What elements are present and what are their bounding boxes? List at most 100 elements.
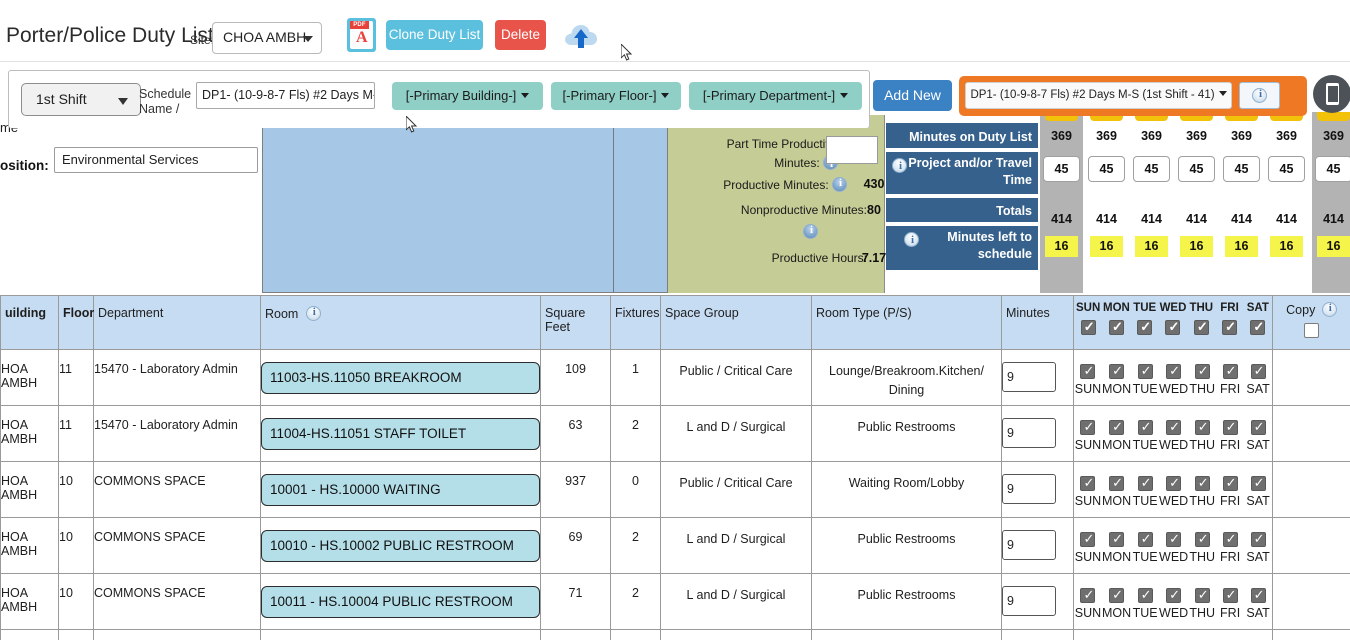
travel-time-input[interactable]: 45 <box>1223 156 1260 182</box>
cell-room[interactable]: 11004-HS.11051 STAFF TOILET <box>260 405 541 462</box>
room-pill[interactable]: 10011 - HS.10004 PUBLIC RESTROOM <box>261 586 540 618</box>
day-checkbox-fri[interactable] <box>1222 318 1238 336</box>
row-checkbox-thu[interactable] <box>1194 586 1211 604</box>
info-circle-icon[interactable] <box>305 306 322 321</box>
pdf-export-icon[interactable]: PDF A <box>347 18 376 52</box>
travel-time-input[interactable]: 45 <box>1315 156 1350 182</box>
cell-room[interactable]: 10001 - HS.10000 WAITING <box>260 461 541 518</box>
row-checkbox-mon[interactable] <box>1109 418 1125 436</box>
room-pill[interactable]: 11003-HS.11050 BREAKROOM <box>261 362 540 394</box>
minutes-input[interactable]: 9 <box>1002 474 1056 504</box>
duty-list-select[interactable]: DP1- (10-9-8-7 Fls) #2 Days M-S (1st Shi… <box>965 82 1232 109</box>
col-header-department[interactable]: Department <box>93 295 261 350</box>
cell-minutes[interactable]: 9 <box>1001 573 1074 630</box>
shift-select[interactable]: 1st Shift <box>21 83 141 116</box>
row-checkbox-fri[interactable] <box>1222 418 1239 436</box>
day-cell-tue[interactable]: TUE <box>1131 406 1159 452</box>
row-checkbox-sun[interactable] <box>1080 474 1096 492</box>
position-input[interactable]: Environmental Services <box>54 147 258 173</box>
day-cell-mon[interactable]: MON <box>1102 462 1131 508</box>
row-checkbox-sat[interactable] <box>1250 418 1267 436</box>
row-checkbox-wed[interactable] <box>1166 418 1182 436</box>
day-cell-wed[interactable]: WED <box>1159 518 1188 564</box>
col-header-fixtures[interactable]: Fixtures <box>610 295 661 350</box>
day-cell-wed[interactable]: WED <box>1159 574 1188 620</box>
info-circle-icon[interactable] <box>1321 302 1338 317</box>
day-cell-wed[interactable]: WED <box>1159 462 1188 508</box>
row-checkbox-mon[interactable] <box>1109 586 1125 604</box>
travel-time-input[interactable]: 45 <box>1043 156 1080 182</box>
day-cell-sun[interactable]: SUN <box>1074 350 1102 396</box>
row-checkbox-sun[interactable] <box>1080 586 1096 604</box>
room-pill[interactable]: 10001 - HS.10000 WAITING <box>261 474 540 506</box>
cell-minutes[interactable]: 9 <box>1001 517 1074 574</box>
duty-list-info-button[interactable] <box>1239 82 1280 109</box>
day-cell-mon[interactable]: MON <box>1102 406 1131 452</box>
day-cell-sun[interactable]: SUN <box>1074 574 1102 620</box>
day-header-sun[interactable]: SUN <box>1074 296 1102 349</box>
day-cell-thu[interactable]: THU <box>1188 518 1216 564</box>
cell-copy[interactable] <box>1272 573 1350 630</box>
row-checkbox-sun[interactable] <box>1080 362 1096 380</box>
cell-minutes[interactable]: 9 <box>1001 349 1074 406</box>
info-circle-icon[interactable] <box>832 177 848 192</box>
cell-minutes[interactable]: 9 <box>1001 461 1074 518</box>
room-duty-grid-wrapper[interactable]: uilding Floor Department Room Square Fee… <box>0 295 1350 640</box>
day-cell-thu[interactable]: THU <box>1188 350 1216 396</box>
day-cell-fri[interactable]: FRI <box>1216 350 1244 396</box>
day-header-mon[interactable]: MON <box>1102 296 1130 349</box>
cell-room[interactable]: 10010 - HS.10002 PUBLIC RESTROOM <box>260 517 541 574</box>
row-checkbox-wed[interactable] <box>1166 474 1182 492</box>
row-checkbox-sat[interactable] <box>1250 530 1267 548</box>
row-checkbox-sat[interactable] <box>1250 586 1267 604</box>
day-checkbox-sun[interactable] <box>1080 318 1097 336</box>
row-checkbox-thu[interactable] <box>1194 362 1211 380</box>
day-header-tue[interactable]: TUE <box>1131 296 1159 349</box>
room-pill[interactable]: 10010 - HS.10002 PUBLIC RESTROOM <box>261 530 540 562</box>
row-checkbox-fri[interactable] <box>1222 530 1239 548</box>
day-cell-sat[interactable]: SAT <box>1244 462 1272 508</box>
primary-building-filter[interactable]: [-Primary Building-] <box>392 82 543 110</box>
travel-time-input[interactable]: 45 <box>1088 156 1125 182</box>
travel-time-input[interactable]: 45 <box>1268 156 1305 182</box>
col-header-square-feet[interactable]: Square Feet <box>540 295 611 350</box>
col-header-room-type[interactable]: Room Type (P/S) <box>811 295 1002 350</box>
row-checkbox-sun[interactable] <box>1080 418 1096 436</box>
table-row[interactable]: HOA AMBH 10 COMMONS SPACE 10001 - HS.100… <box>0 461 1350 518</box>
day-header-sat[interactable]: SAT <box>1244 296 1272 349</box>
day-cell-tue[interactable]: TUE <box>1131 518 1159 564</box>
day-header-wed[interactable]: WED <box>1159 296 1187 349</box>
row-checkbox-fri[interactable] <box>1222 586 1239 604</box>
col-header-copy[interactable]: Copy <box>1272 295 1350 350</box>
col-header-floor[interactable]: Floor <box>58 295 94 350</box>
day-cell-mon[interactable]: MON <box>1102 518 1131 564</box>
cell-copy[interactable] <box>1272 349 1350 406</box>
primary-department-filter[interactable]: [-Primary Department-] <box>689 82 862 110</box>
table-row[interactable]: HOA AMBH 11 15470 - Laboratory Admin 110… <box>0 405 1350 462</box>
day-cell-sun[interactable]: SUN <box>1074 462 1102 508</box>
row-checkbox-mon[interactable] <box>1109 530 1125 548</box>
row-checkbox-tue[interactable] <box>1137 586 1154 604</box>
part-time-productive-input[interactable] <box>826 136 878 164</box>
cell-copy[interactable] <box>1272 629 1350 640</box>
day-cell-sun[interactable]: SUN <box>1074 406 1102 452</box>
row-checkbox-fri[interactable] <box>1222 362 1239 380</box>
day-cell-mon[interactable]: MON <box>1102 574 1131 620</box>
day-header-fri[interactable]: FRI <box>1215 296 1243 349</box>
day-cell-tue[interactable]: TUE <box>1131 350 1159 396</box>
col-header-space-group[interactable]: Space Group <box>660 295 812 350</box>
row-checkbox-sun[interactable] <box>1080 530 1096 548</box>
day-cell-tue[interactable]: TUE <box>1131 462 1159 508</box>
day-cell-thu[interactable]: THU <box>1188 574 1216 620</box>
cell-copy[interactable] <box>1272 517 1350 574</box>
col-header-room[interactable]: Room <box>260 295 541 350</box>
day-checkbox-mon[interactable] <box>1108 318 1125 336</box>
day-checkbox-thu[interactable] <box>1193 318 1210 336</box>
col-header-minutes[interactable]: Minutes <box>1001 295 1074 350</box>
row-checkbox-wed[interactable] <box>1166 530 1182 548</box>
day-cell-thu[interactable]: THU <box>1188 462 1216 508</box>
travel-time-input[interactable]: 45 <box>1133 156 1170 182</box>
schedule-name-input[interactable]: DP1- (10-9-8-7 Fls) #2 Days M-S <box>196 82 375 109</box>
copy-checkbox[interactable] <box>1304 323 1319 338</box>
cell-copy[interactable] <box>1272 461 1350 518</box>
